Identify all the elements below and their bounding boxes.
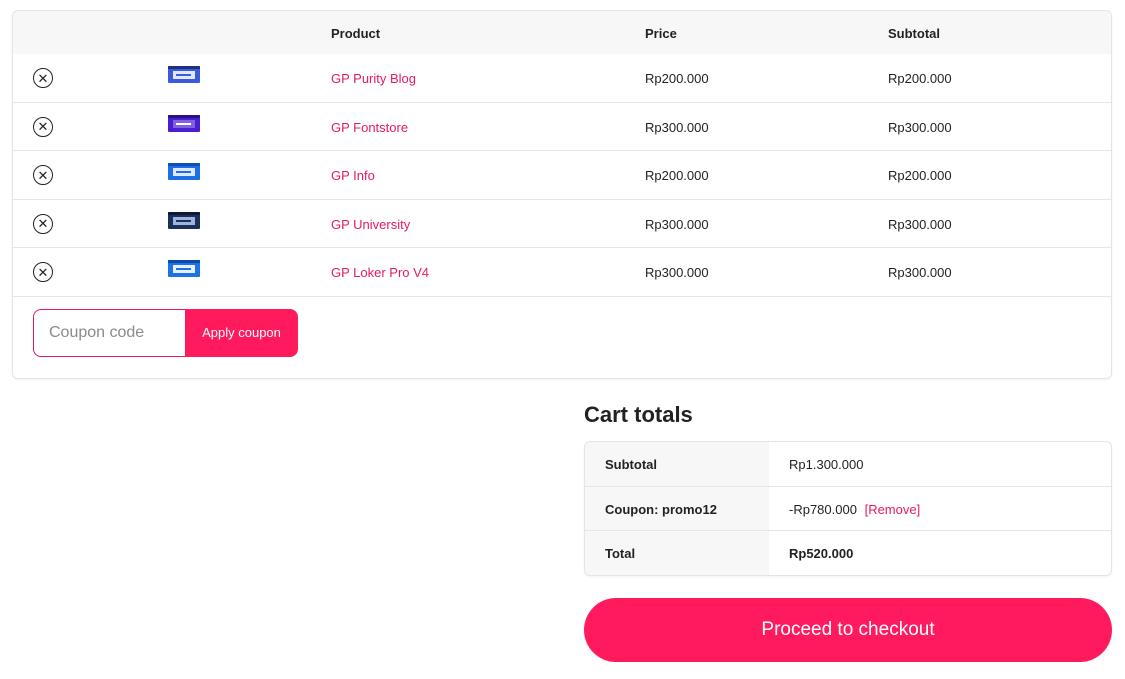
remove-item-icon[interactable]: ✕ xyxy=(33,262,53,282)
cart-totals-title: Cart totals xyxy=(584,402,693,427)
product-thumbnail[interactable] xyxy=(168,66,200,83)
remove-item-icon[interactable]: ✕ xyxy=(33,165,53,185)
product-link[interactable]: GP Purity Blog xyxy=(331,71,416,86)
apply-coupon-button[interactable]: Apply coupon xyxy=(185,308,298,357)
product-link[interactable]: GP Loker Pro V4 xyxy=(331,265,429,280)
cart-totals-table: Subtotal Rp1.300.000 Coupon: promo12 -Rp… xyxy=(584,441,1112,576)
product-thumbnail[interactable] xyxy=(168,163,200,180)
item-subtotal: Rp300.000 xyxy=(888,216,952,232)
item-price: Rp200.000 xyxy=(645,168,709,183)
item-subtotal: Rp300.000 xyxy=(888,265,952,280)
product-thumbnail[interactable] xyxy=(168,260,200,277)
product-thumbnail[interactable] xyxy=(168,114,200,132)
cart-row: ✕ GP Info Rp200.000 Rp200.000 xyxy=(13,151,1111,200)
product-link[interactable]: GP University xyxy=(331,217,410,232)
remove-item-icon[interactable]: ✕ xyxy=(33,213,53,234)
product-column-header: Product xyxy=(331,26,381,41)
price-column-header: Price xyxy=(645,26,677,41)
cart-row: ✕ GP University Rp300.000 Rp300.000 xyxy=(13,200,1111,248)
item-price: Rp300.000 xyxy=(645,119,709,135)
cart-row: ✕ GP Loker Pro V4 Rp300.000 Rp300.000 xyxy=(13,248,1111,297)
totals-subtotal-row: Subtotal Rp1.300.000 xyxy=(585,442,1111,487)
coupon-label: Coupon: promo12 xyxy=(585,486,769,530)
product-thumbnail[interactable] xyxy=(168,211,200,229)
total-label: Total xyxy=(585,531,769,575)
total-value: Rp520.000 xyxy=(789,546,854,561)
subtotal-label: Subtotal xyxy=(585,442,769,486)
item-price: Rp300.000 xyxy=(645,265,709,280)
totals-coupon-row: Coupon: promo12 -Rp780.000 [Remove] xyxy=(585,486,1111,531)
item-price: Rp200.000 xyxy=(645,71,709,86)
remove-item-icon[interactable]: ✕ xyxy=(33,68,53,88)
remove-item-icon[interactable]: ✕ xyxy=(33,116,53,137)
subtotal-value: Rp1.300.000 xyxy=(789,457,864,472)
subtotal-column-header: Subtotal xyxy=(888,26,940,41)
cart-row: ✕ GP Purity Blog Rp200.000 Rp200.000 xyxy=(13,54,1111,103)
coupon-discount-value: -Rp780.000 xyxy=(789,501,857,517)
coupon-code-input[interactable] xyxy=(33,308,185,357)
product-link[interactable]: GP Fontstore xyxy=(331,120,408,135)
product-link[interactable]: GP Info xyxy=(331,168,375,183)
item-price: Rp300.000 xyxy=(645,216,709,232)
cart-row: ✕ GP Fontstore Rp300.000 Rp300.000 xyxy=(13,103,1111,151)
item-subtotal: Rp200.000 xyxy=(888,71,952,86)
item-subtotal: Rp200.000 xyxy=(888,168,952,183)
coupon-row: Apply coupon xyxy=(13,297,1111,379)
item-subtotal: Rp300.000 xyxy=(888,119,952,135)
remove-coupon-link[interactable]: [Remove] xyxy=(865,502,921,517)
totals-total-row: Total Rp520.000 xyxy=(585,531,1111,575)
cart-table-header: Product Price Subtotal xyxy=(13,11,1111,54)
coupon-discount: -Rp780.000 [Remove] xyxy=(789,502,920,517)
cart-table: Product Price Subtotal ✕ GP Purity Blog … xyxy=(12,10,1112,379)
proceed-to-checkout-button[interactable]: Proceed to checkout xyxy=(584,598,1112,662)
